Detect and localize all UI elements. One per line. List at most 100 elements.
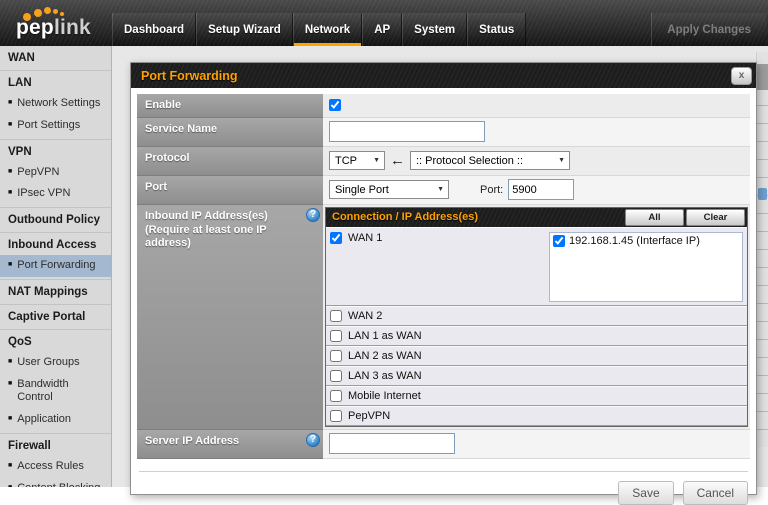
sidebar-header-outbound-policy[interactable]: Outbound Policy [0,209,111,230]
enable-checkbox[interactable] [329,99,341,112]
sidebar-item-content-blocking[interactable]: ■ Content Blocking [0,478,111,488]
enable-row: Enable [137,94,750,118]
sidebar-header-nat-mappings[interactable]: NAT Mappings [0,281,111,302]
logo-dot-icon [53,9,58,14]
logo-dot-icon [44,7,51,14]
peplink-logo[interactable]: peplink [13,3,109,45]
square-bullet-icon: ■ [8,415,13,422]
inbound-ip-label: Inbound IP Address(es) (Require at least… [137,204,323,430]
sidebar-header-qos[interactable]: QoS [0,331,111,352]
sidebar-navigation: WAN LAN ■ Network Settings ■ Port Settings VPN… [0,46,112,487]
sidebar-item-bandwidth-control[interactable]: ■ Bandwidth Control [0,374,111,410]
sidebar-section: NAT Mappings [0,280,111,305]
port-type-select[interactable]: Single Port ▼ [329,180,449,200]
sidebar-item-user-groups[interactable]: ■ User Groups [0,352,111,374]
sidebar-section: Outbound Policy [0,208,111,233]
sidebar-header-captive-portal[interactable]: Captive Portal [0,306,111,327]
sidebar-header-vpn[interactable]: VPN [0,141,111,162]
sidebar-header-wan[interactable]: WAN [0,47,111,68]
connection-checkbox[interactable] [330,309,342,322]
port-number-input[interactable] [508,179,575,201]
connection-row-lan-2-as-wan: LAN 2 as WAN [326,345,747,366]
main-content-area: Port Forwarding x Enable Service Name Pr… [112,46,768,505]
connection-label: LAN 3 as WAN [348,369,422,382]
service-name-label: Service Name [137,117,323,147]
sidebar-item-label: Network Settings [17,97,101,109]
interface-ip-checkbox[interactable] [553,234,565,247]
tab-status[interactable]: Status [467,13,527,46]
server-ip-input[interactable] [329,433,455,455]
square-bullet-icon: ■ [8,167,13,175]
sidebar-section: Firewall ■ Access Rules ■ Content Blocking [0,434,111,487]
connection-checkbox[interactable] [330,349,342,362]
caret-down-icon: ▼ [373,157,380,165]
connection-label: Mobile Internet [348,389,421,402]
protocol-select-value: TCP [335,154,357,167]
protocol-selection-select[interactable]: :: Protocol Selection :: ▼ [410,151,570,171]
port-field-label: Port: [480,183,504,196]
connection-label: PepVPN [348,409,391,422]
square-bullet-icon: ■ [8,379,13,387]
sidebar-section: WAN [0,46,111,71]
interface-ip-box: 192.168.1.45 (Interface IP) [549,231,743,302]
connection-row-wan-1: WAN 1 192.168.1.45 (Interface IP) [326,226,747,306]
tab-dashboard[interactable]: Dashboard [112,13,197,46]
help-icon[interactable]: ? [306,432,320,447]
port-row: Port Single Port ▼ Port: [137,175,750,205]
sidebar-item-port-settings[interactable]: ■ Port Settings [0,115,111,137]
sidebar-item-label: Port Forwarding [17,259,96,271]
sidebar-item-ipsec-vpn[interactable]: ■ IPsec VPN [0,183,111,205]
sidebar-header-firewall[interactable]: Firewall [0,435,111,456]
tab-network[interactable]: Network [292,13,363,46]
top-nav-tabs: Dashboard Setup Wizard Network AP System Stat… [112,13,527,46]
connection-label: WAN 1 [348,231,383,244]
sidebar-section: Captive Portal [0,305,111,330]
sidebar-item-label: Bandwidth Control [17,377,69,404]
protocol-selection-value: :: Protocol Selection :: [416,154,523,167]
connection-label: LAN 1 as WAN [348,329,422,342]
sidebar-header-inbound-access[interactable]: Inbound Access [0,234,111,255]
connection-row-pepvpn: PepVPN [326,405,747,426]
sidebar-item-label: User Groups [17,355,80,368]
close-icon[interactable]: x [731,66,752,85]
sidebar-item-access-rules[interactable]: ■ Access Rules [0,456,111,478]
sidebar-item-network-settings[interactable]: ■ Network Settings [0,93,111,115]
connection-row-lan-1-as-wan: LAN 1 as WAN [326,325,747,346]
sidebar-section: LAN ■ Network Settings ■ Port Settings [0,71,111,140]
connection-checkbox[interactable] [330,329,342,342]
sidebar-item-pepvpn[interactable]: ■ PepVPN [0,162,111,184]
clear-button[interactable]: Clear [686,208,745,226]
background-icon-fragment [758,188,767,200]
sidebar-item-application[interactable]: ■ Application [0,409,111,431]
sidebar-item-label: IPsec VPN [17,187,71,200]
port-forwarding-form: Enable Service Name Protocol TCP ▼ ←:: … [137,94,750,459]
sidebar-item-port-forwarding[interactable]: ■ Port Forwarding [0,255,111,277]
sidebar-section: VPN ■ PepVPN ■ IPsec VPN [0,140,111,208]
tab-system[interactable]: System [402,13,468,46]
connection-checkbox[interactable] [330,409,342,422]
sidebar-item-label: Access Rules [17,459,84,472]
tab-setup-wizard[interactable]: Setup Wizard [196,13,293,46]
square-bullet-icon: ■ [8,189,13,197]
tab-ap[interactable]: AP [362,13,403,46]
caret-down-icon: ▼ [558,157,565,165]
square-bullet-icon: ■ [8,99,13,106]
connection-checkbox[interactable] [330,389,342,402]
protocol-label: Protocol [137,146,323,176]
save-button[interactable]: Save [618,480,674,505]
help-icon[interactable]: ? [306,207,320,222]
connection-checkbox[interactable] [330,231,342,244]
dialog-title: Port Forwarding [141,68,238,83]
arrow-left-icon: ← [390,152,405,170]
sidebar-header-lan[interactable]: LAN [0,72,111,93]
server-ip-label: Server IP Address ? [137,429,323,459]
connection-label: WAN 2 [348,309,383,322]
connection-ip-table: Connection / IP Address(es) All Clear WA… [325,206,748,427]
connection-checkbox[interactable] [330,369,342,382]
select-all-button[interactable]: All [625,208,684,226]
apply-changes-button[interactable]: Apply Changes [651,13,766,46]
protocol-select[interactable]: TCP ▼ [329,151,385,171]
server-ip-label-text: Server IP Address [145,434,240,447]
cancel-button[interactable]: Cancel [682,480,748,505]
service-name-input[interactable] [329,121,485,143]
